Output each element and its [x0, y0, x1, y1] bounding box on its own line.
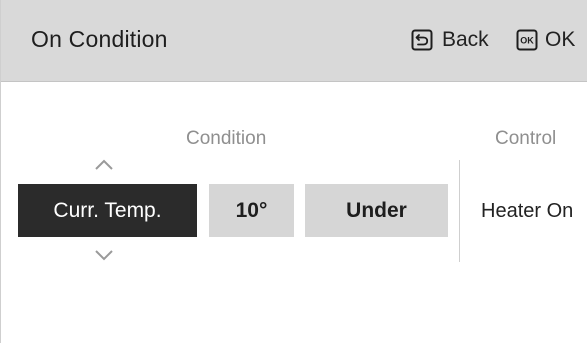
condition-item-selector[interactable]: Curr. Temp.: [18, 184, 197, 237]
ok-button[interactable]: OK OK: [516, 26, 575, 54]
chevron-down-icon[interactable]: [93, 248, 115, 262]
condition-value-field[interactable]: 10°: [209, 184, 294, 237]
ok-label: OK: [545, 28, 576, 51]
condition-heading: Condition: [186, 128, 267, 149]
back-label: Back: [442, 28, 489, 51]
ok-box-icon: OK: [516, 29, 538, 51]
page-title: On Condition: [31, 26, 168, 52]
control-value-field[interactable]: Heater On: [481, 198, 573, 224]
on-condition-screen: On Condition Back OK OK Condition Contro: [0, 0, 587, 343]
control-heading: Control: [495, 128, 557, 149]
header-bar: On Condition Back OK OK: [1, 0, 587, 82]
back-button[interactable]: Back: [411, 26, 489, 54]
condition-operator-field[interactable]: Under: [305, 184, 448, 237]
svg-text:OK: OK: [520, 36, 534, 46]
column-divider: [459, 160, 460, 262]
return-arrow-icon: [411, 29, 433, 51]
chevron-up-icon[interactable]: [93, 158, 115, 172]
